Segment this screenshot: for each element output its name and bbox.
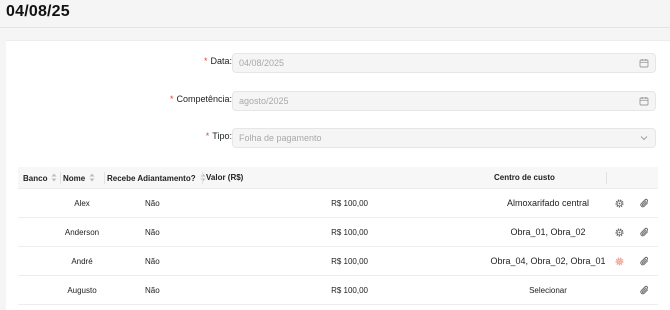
- data-date-field[interactable]: 04/08/2025: [232, 53, 656, 73]
- row-centro-custo[interactable]: Obra_01, Obra_02: [468, 227, 628, 237]
- row-valor: R$ 100,00: [331, 199, 368, 208]
- paperclip-icon[interactable]: [639, 198, 650, 209]
- data-date-value: 04/08/2025: [239, 58, 285, 68]
- tipo-label: * Tipo:: [205, 131, 232, 141]
- tipo-value: Folha de pagamento: [239, 133, 322, 143]
- row-nome: Augusto: [67, 286, 97, 295]
- gear-icon[interactable]: [614, 198, 625, 209]
- sort-icon[interactable]: [51, 173, 57, 182]
- sort-icon[interactable]: [89, 173, 95, 182]
- row-centro-custo[interactable]: Almoxarifado central: [468, 198, 628, 208]
- column-header-valor: Valor (R$): [206, 173, 244, 182]
- row-adiantamento: Não: [145, 228, 160, 237]
- row-adiantamento: Não: [145, 257, 160, 266]
- competencia-label: * Competência:: [169, 94, 232, 104]
- competencia-month-field[interactable]: agosto/2025: [232, 91, 656, 111]
- row-valor: R$ 100,00: [331, 228, 368, 237]
- header-divider: [0, 27, 670, 28]
- row-nome: Anderson: [64, 228, 100, 237]
- calendar-icon[interactable]: [639, 96, 649, 106]
- paperclip-icon[interactable]: [639, 285, 650, 296]
- form-row-data: * Data: 04/08/2025: [6, 53, 670, 73]
- column-divider: [60, 172, 61, 184]
- column-header-centro: Centro de custo: [494, 173, 555, 182]
- page-title: 04/08/25: [6, 3, 70, 20]
- column-divider: [606, 172, 607, 184]
- table-row: Alex Não R$ 100,00 Almoxarifado central: [18, 189, 658, 218]
- competencia-value: agosto/2025: [239, 96, 289, 106]
- table-row: Anderson Não R$ 100,00 Obra_01, Obra_02: [18, 218, 658, 247]
- form-row-tipo: * Tipo: Folha de pagamento: [6, 128, 670, 148]
- row-nome: Alex: [74, 199, 90, 208]
- column-header-nome[interactable]: Nome: [63, 173, 95, 183]
- row-adiantamento: Não: [145, 286, 160, 295]
- row-nome: André: [71, 257, 93, 266]
- payroll-table: Banco Nome Recebe Adiantamento? Valor (R…: [18, 167, 658, 305]
- calendar-icon[interactable]: [639, 58, 649, 68]
- row-valor: R$ 100,00: [331, 286, 368, 295]
- column-header-banco[interactable]: Banco: [23, 173, 57, 183]
- column-divider: [104, 172, 105, 184]
- select-centro-custo-button[interactable]: Selecionar: [468, 286, 628, 295]
- data-label: * Data:: [203, 56, 232, 66]
- table-row: Augusto Não R$ 100,00 Selecionar: [18, 276, 658, 305]
- table-header: Banco Nome Recebe Adiantamento? Valor (R…: [18, 167, 658, 189]
- column-header-adiantamento[interactable]: Recebe Adiantamento?: [107, 173, 206, 183]
- chevron-down-icon[interactable]: [639, 133, 649, 143]
- paperclip-icon[interactable]: [639, 227, 650, 238]
- row-centro-custo[interactable]: Obra_04, Obra_02, Obra_01: [468, 256, 628, 266]
- row-adiantamento: Não: [145, 199, 160, 208]
- table-row: André Não R$ 100,00 Obra_04, Obra_02, Ob…: [18, 247, 658, 276]
- tipo-select[interactable]: Folha de pagamento: [232, 128, 656, 148]
- row-valor: R$ 100,00: [331, 257, 368, 266]
- gear-icon[interactable]: [614, 227, 625, 238]
- form-row-competencia: * Competência: agosto/2025: [6, 91, 670, 111]
- paperclip-icon[interactable]: [639, 256, 650, 267]
- gear-icon[interactable]: [614, 256, 625, 267]
- form-card: * Data: 04/08/2025 * Competência: agosto/2…: [6, 40, 670, 310]
- column-divider: [202, 172, 203, 184]
